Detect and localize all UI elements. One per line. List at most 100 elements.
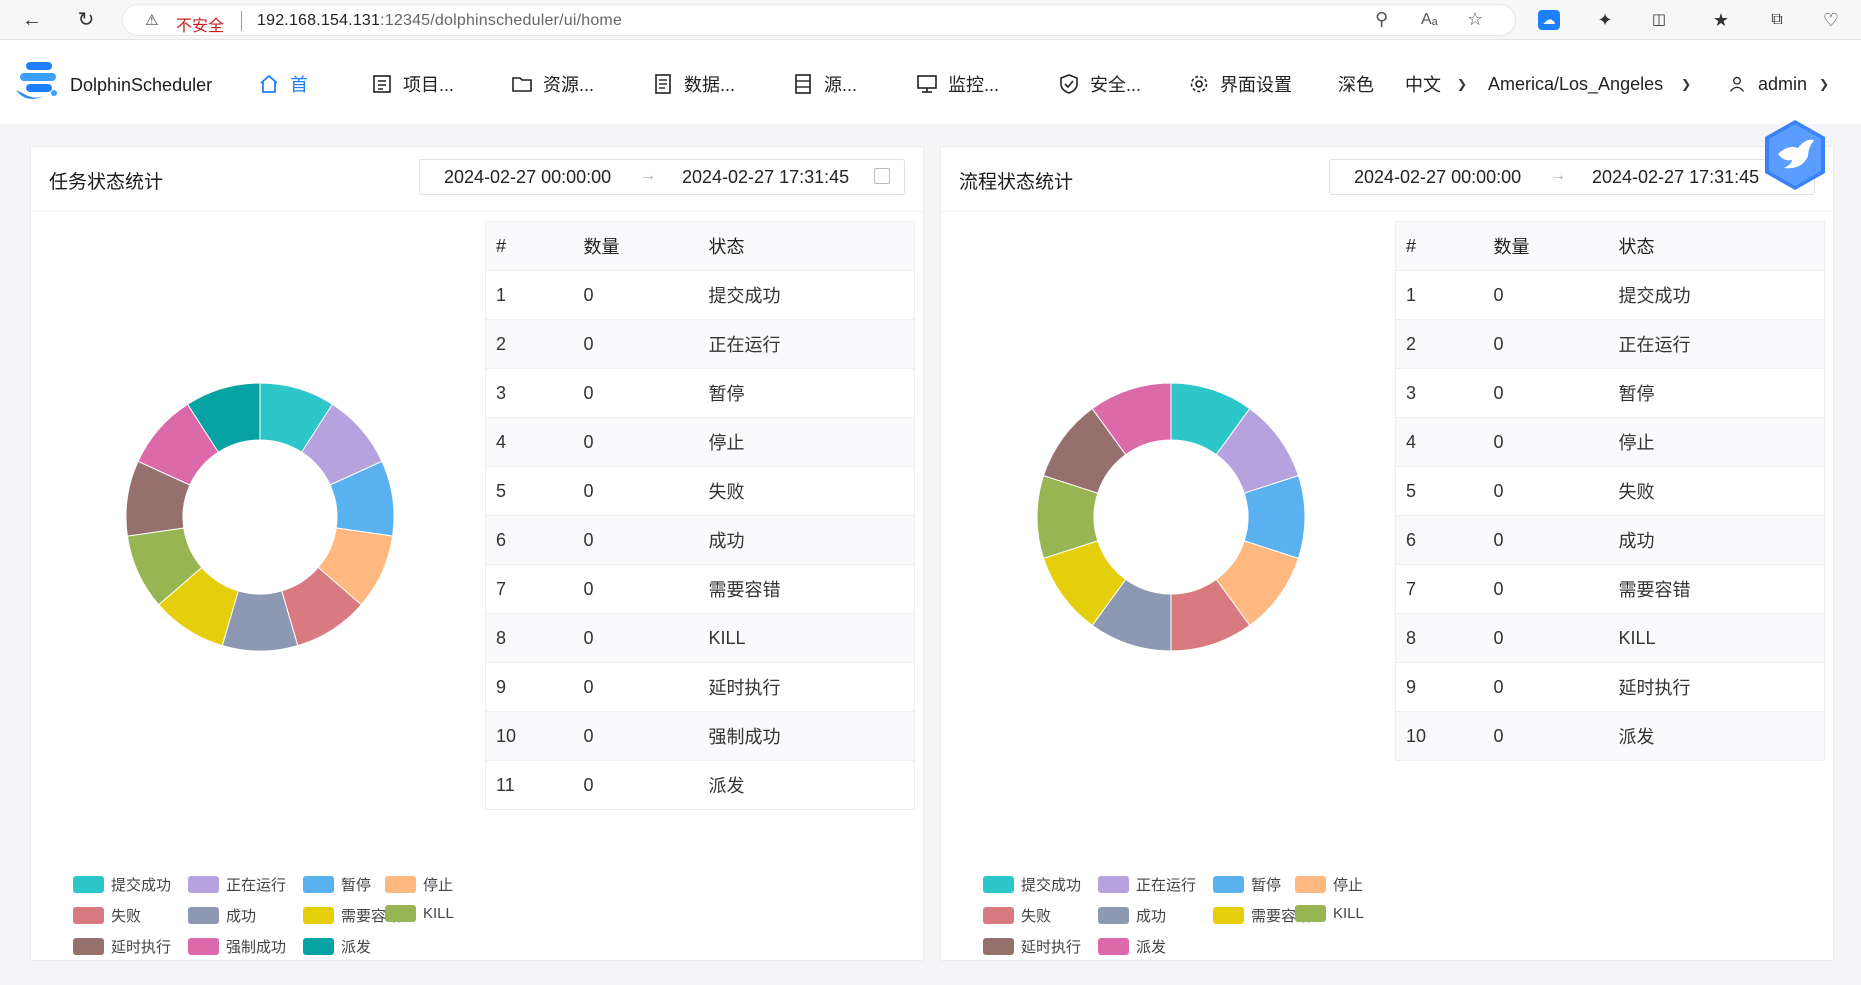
- row-count: 0: [573, 368, 699, 418]
- task-donut-chart: [125, 382, 395, 652]
- legend-label: 停止: [1333, 877, 1364, 894]
- table-row: 9 0 延时执行: [485, 662, 915, 712]
- legend-item[interactable]: 派发: [1098, 936, 1166, 957]
- legend-item[interactable]: 成功: [1098, 905, 1166, 926]
- row-count: 0: [573, 417, 699, 467]
- row-index: 11: [485, 760, 574, 810]
- process-date-end[interactable]: 2024-02-27 17:31:45: [1592, 167, 1759, 188]
- calendar-icon[interactable]: [874, 168, 890, 184]
- address-separator: [241, 11, 242, 31]
- legend-item[interactable]: 暂停: [1213, 874, 1281, 895]
- timezone-select[interactable]: America/Los_Angeles ❯: [1488, 71, 1691, 97]
- collections-icon[interactable]: ⧉: [1764, 8, 1790, 34]
- legend-swatch: [188, 876, 219, 893]
- nav-home-label: 首: [290, 75, 308, 95]
- nav-monitor[interactable]: 监控...: [916, 71, 999, 97]
- legend-label: 正在运行: [226, 877, 287, 894]
- row-status: 延时执行: [1608, 662, 1825, 712]
- legend-swatch: [303, 876, 334, 893]
- legend-item[interactable]: 停止: [385, 874, 453, 895]
- reload-icon[interactable]: ↻: [72, 6, 100, 34]
- legend-swatch: [303, 938, 334, 955]
- legend-item[interactable]: 失败: [983, 905, 1051, 926]
- nav-project[interactable]: 项目...: [371, 71, 454, 97]
- nav-security[interactable]: 安全...: [1058, 71, 1141, 97]
- process-date-range-picker[interactable]: 2024-02-27 00:00:00 → 2024-02-27 17:31:4…: [1329, 159, 1815, 195]
- row-status: 需要容错: [1608, 564, 1825, 614]
- nav-resource[interactable]: 资源...: [511, 71, 594, 97]
- legend-item[interactable]: 强制成功: [188, 936, 286, 957]
- favorite-star-icon[interactable]: ☆: [1467, 9, 1483, 30]
- row-status: 失败: [698, 466, 915, 516]
- row-count: 0: [573, 466, 699, 516]
- task-status-card: 任务状态统计 2024-02-27 00:00:00 → 2024-02-27 …: [30, 146, 924, 961]
- theme-toggle[interactable]: 深色: [1338, 71, 1374, 97]
- legend-item[interactable]: 延时执行: [73, 936, 171, 957]
- url-text[interactable]: 192.168.154.131:12345/dolphinscheduler/u…: [257, 12, 622, 30]
- table-row: 11 0 派发: [485, 760, 915, 810]
- row-count: 0: [573, 564, 699, 614]
- table-row: 7 0 需要容错: [1395, 564, 1825, 614]
- nav-data[interactable]: 数据...: [652, 71, 735, 97]
- address-bar[interactable]: ⚠ 不安全 192.168.154.131:12345/dolphinsched…: [122, 4, 1516, 36]
- table-row: 3 0 暂停: [485, 368, 915, 418]
- url-path: :12345/dolphinscheduler/ui/home: [380, 12, 623, 29]
- row-index: 9: [1395, 662, 1484, 712]
- project-icon: [373, 75, 391, 93]
- legend-item[interactable]: KILL: [385, 905, 454, 922]
- table-row: 8 0 KILL: [485, 613, 915, 663]
- legend-item[interactable]: 失败: [73, 905, 141, 926]
- table-row: 4 0 停止: [1395, 417, 1825, 467]
- logo-text[interactable]: DolphinScheduler: [70, 75, 212, 96]
- row-count: 0: [1483, 613, 1609, 663]
- task-date-range-picker[interactable]: 2024-02-27 00:00:00 → 2024-02-27 17:31:4…: [419, 159, 905, 195]
- legend-label: 延时执行: [111, 939, 172, 956]
- nav-data-label: 数据...: [684, 75, 736, 95]
- legend-item[interactable]: 正在运行: [188, 874, 286, 895]
- back-icon[interactable]: ←: [18, 6, 46, 34]
- legend-item[interactable]: 正在运行: [1098, 874, 1196, 895]
- process-donut-chart: [1036, 382, 1306, 652]
- legend-swatch: [1213, 876, 1244, 893]
- nav-home[interactable]: 首: [258, 71, 308, 97]
- url-host: 192.168.154.131: [257, 12, 381, 29]
- table-row: 1 0 提交成功: [485, 270, 915, 320]
- row-count: 0: [573, 760, 699, 810]
- legend-item[interactable]: 成功: [188, 905, 256, 926]
- legend-item[interactable]: 延时执行: [983, 936, 1081, 957]
- legend-item[interactable]: 派发: [303, 936, 371, 957]
- cloud-extension-icon[interactable]: ☁: [1538, 10, 1560, 30]
- user-menu[interactable]: admin ❯: [1728, 71, 1829, 97]
- table-row: 5 0 失败: [1395, 466, 1825, 516]
- favorites-list-icon[interactable]: ★: [1708, 8, 1734, 34]
- nav-ui-settings[interactable]: 界面设置: [1188, 71, 1292, 97]
- task-date-end[interactable]: 2024-02-27 17:31:45: [682, 167, 849, 188]
- legend-item[interactable]: 停止: [1295, 874, 1363, 895]
- key-icon[interactable]: ⚲: [1375, 9, 1388, 30]
- task-date-start[interactable]: 2024-02-27 00:00:00: [444, 167, 611, 188]
- legend-label: 强制成功: [226, 939, 287, 956]
- split-screen-icon[interactable]: ◫: [1646, 8, 1672, 34]
- browser-essentials-icon[interactable]: ♡: [1818, 8, 1844, 34]
- legend-item[interactable]: 提交成功: [983, 874, 1081, 895]
- row-index: 7: [485, 564, 574, 614]
- browser-toolbar: ← ↻ ⚠ 不安全 192.168.154.131:12345/dolphins…: [0, 0, 1861, 40]
- read-aloud-icon[interactable]: Aₐ: [1421, 11, 1438, 29]
- extensions-icon[interactable]: ✦: [1592, 8, 1618, 34]
- process-date-start[interactable]: 2024-02-27 00:00:00: [1354, 167, 1521, 188]
- legend-item[interactable]: 暂停: [303, 874, 371, 895]
- language-select[interactable]: 中文 ❯: [1405, 71, 1467, 97]
- legend-item[interactable]: 提交成功: [73, 874, 171, 895]
- row-index: 8: [1395, 613, 1484, 663]
- legend-swatch: [1213, 907, 1244, 924]
- dolphinscheduler-logo[interactable]: [14, 60, 62, 104]
- row-count: 0: [1483, 417, 1609, 467]
- row-count: 0: [573, 270, 699, 320]
- column-header: #: [485, 221, 574, 271]
- row-status: 提交成功: [698, 270, 915, 320]
- legend-item[interactable]: KILL: [1295, 905, 1364, 922]
- datasource-icon: [795, 74, 811, 94]
- row-count: 0: [1483, 319, 1609, 369]
- assistant-bird-icon[interactable]: [1762, 118, 1828, 192]
- nav-datasource[interactable]: 源...: [792, 71, 857, 97]
